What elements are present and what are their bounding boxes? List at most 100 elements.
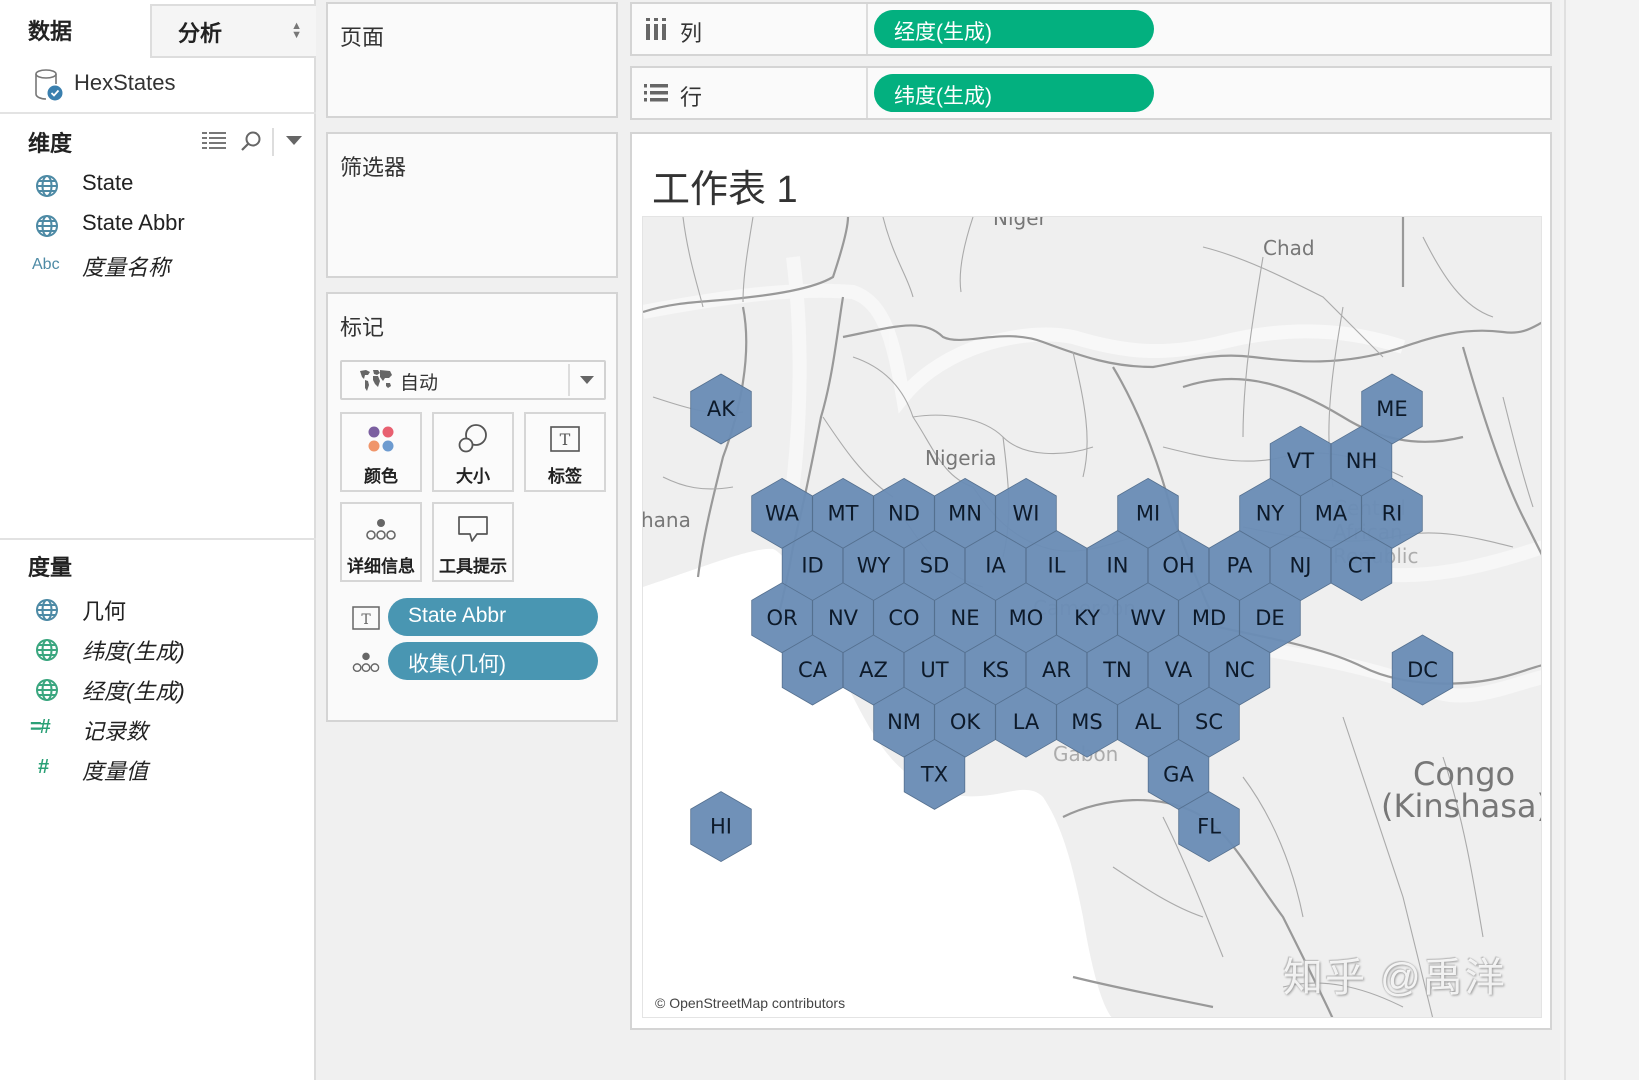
hex-label: RI <box>1382 501 1403 525</box>
hex-label: MT <box>828 501 859 525</box>
hex-label: OH <box>1162 554 1194 578</box>
dimensions-title: 维度 <box>28 131 73 156</box>
color-dots-icon <box>368 426 394 452</box>
rows-icon <box>644 84 668 102</box>
hex-label: LA <box>1013 710 1040 734</box>
marks-title: 标记 <box>340 315 385 340</box>
database-check-icon <box>35 69 63 101</box>
rows-shelf[interactable]: 行 纬度(生成) <box>630 66 1552 120</box>
map-label-kinshasa: (Kinshasa) <box>1381 787 1542 825</box>
detail-dots-icon <box>352 652 380 673</box>
hex-label: TX <box>920 762 948 786</box>
pages-shelf[interactable]: 页面 <box>326 2 618 118</box>
hex-label: WA <box>765 501 800 525</box>
filters-shelf[interactable]: 筛选器 <box>326 132 618 278</box>
hex-label: FL <box>1197 815 1221 839</box>
map-attribution[interactable]: © OpenStreetMap contributors <box>655 995 845 1011</box>
color-button[interactable]: 颜色 <box>340 412 422 492</box>
tools-divider <box>272 128 274 156</box>
map-label-hana: hana <box>643 508 691 532</box>
measures-title: 度量 <box>28 555 73 580</box>
datasource-item[interactable]: HexStates <box>0 58 316 114</box>
hex-label: IA <box>985 554 1006 578</box>
marks-card: 标记 自动 颜色 大小 T 标签 详细信息 工具提示 T State Abbr … <box>326 292 618 722</box>
field-longitude-generated[interactable]: 经度(生成) <box>0 670 316 706</box>
svg-text:T: T <box>560 430 571 449</box>
pane-divider <box>0 538 316 540</box>
worksheet-title: 工作表 1 <box>652 169 798 211</box>
hex-label: KY <box>1074 606 1100 630</box>
hex-label: DE <box>1255 606 1284 630</box>
hex-label: NM <box>887 710 921 734</box>
dropdown-icon[interactable] <box>286 136 302 146</box>
calc-number-icon: =# <box>30 716 51 738</box>
chevron-down-icon[interactable] <box>580 376 594 384</box>
hex-label: NE <box>951 606 980 630</box>
map-canvas[interactable]: NigerChadNigeriahanaCentralAfricanRepubl… <box>643 217 1542 1018</box>
label-button[interactable]: T 标签 <box>524 412 606 492</box>
field-state-abbr[interactable]: State Abbr <box>0 206 316 242</box>
rows-label: 行 <box>680 85 703 110</box>
field-state[interactable]: State <box>0 166 316 202</box>
svg-text:T: T <box>361 612 371 628</box>
field-latitude-generated[interactable]: 纬度(生成) <box>0 630 316 666</box>
detail-label: 详细信息 <box>347 557 415 576</box>
mark-type-dropdown[interactable]: 自动 <box>340 360 606 400</box>
hex-label: SC <box>1195 710 1223 734</box>
hex-label: ID <box>801 554 823 578</box>
tooltip-button[interactable]: 工具提示 <box>432 502 514 582</box>
pill-state-abbr[interactable]: State Abbr <box>388 598 598 636</box>
label-label: 标签 <box>548 467 582 486</box>
field-measure-values[interactable]: # 度量值 <box>0 750 316 786</box>
mark-type-label: 自动 <box>400 373 439 394</box>
globe-icon <box>36 599 58 621</box>
data-pane: 数据 分析 ▲ ▼ HexStates 维度 State State Abbr … <box>0 0 316 1080</box>
sort-arrows-icon[interactable]: ▲ ▼ <box>291 21 302 41</box>
pill-collect-geometry[interactable]: 收集(几何) <box>388 642 598 680</box>
tab-analysis-label: 分析 <box>178 21 223 46</box>
label-text-icon: T <box>550 426 580 452</box>
hex-label: NY <box>1256 501 1285 525</box>
size-button[interactable]: 大小 <box>432 412 514 492</box>
field-geometry[interactable]: 几何 <box>0 590 316 626</box>
hex-label: IN <box>1107 554 1129 578</box>
hex-label: MA <box>1315 501 1348 525</box>
hex-label: NC <box>1224 658 1254 682</box>
number-icon: # <box>38 756 49 778</box>
tab-analysis[interactable]: 分析 ▲ ▼ <box>150 4 316 58</box>
hex-label: IL <box>1048 554 1066 578</box>
hex-label: GA <box>1163 762 1194 786</box>
pill-longitude-generated[interactable]: 经度(生成) <box>874 10 1154 48</box>
columns-shelf-label: 列 <box>632 4 868 54</box>
hex-label: AL <box>1135 710 1161 734</box>
search-icon[interactable] <box>240 130 262 152</box>
field-number-of-records[interactable]: =# 记录数 <box>0 710 316 746</box>
pill-latitude-generated[interactable]: 纬度(生成) <box>874 74 1154 112</box>
datasource-name: HexStates <box>74 70 176 95</box>
right-panel-edge <box>1560 0 1639 1080</box>
map-label-nigeria: Nigeria <box>925 446 997 470</box>
watermark: 知乎 @禹洋 <box>1283 956 1507 1000</box>
globe-icon <box>36 175 58 197</box>
hex-label: MD <box>1192 606 1226 630</box>
field-label: 记录数 <box>82 719 149 744</box>
size-circles-icon <box>458 424 487 453</box>
abc-icon: Abc <box>32 256 60 273</box>
grid-view-icon[interactable] <box>202 132 226 150</box>
field-label: State <box>82 170 134 195</box>
tab-data[interactable]: 数据 <box>0 0 150 58</box>
map-view[interactable]: NigerChadNigeriahanaCentralAfricanRepubl… <box>642 216 1542 1018</box>
columns-shelf[interactable]: 列 经度(生成) <box>630 2 1552 56</box>
size-label: 大小 <box>456 467 490 486</box>
globe-icon <box>36 679 58 701</box>
world-map-icon <box>360 370 392 391</box>
pages-title: 页面 <box>340 25 385 50</box>
tooltip-bubble-icon <box>458 516 488 542</box>
hex-label: KS <box>982 658 1009 682</box>
worksheet-view: 工作表 1 Niger Chad Nigeria hana Congo (Kin… <box>630 132 1552 1030</box>
detail-button[interactable]: 详细信息 <box>340 502 422 582</box>
hex-label: CT <box>1348 554 1376 578</box>
field-measure-names[interactable]: Abc 度量名称 <box>0 246 316 282</box>
hex-label: NV <box>828 606 859 630</box>
hex-label: DC <box>1407 658 1438 682</box>
